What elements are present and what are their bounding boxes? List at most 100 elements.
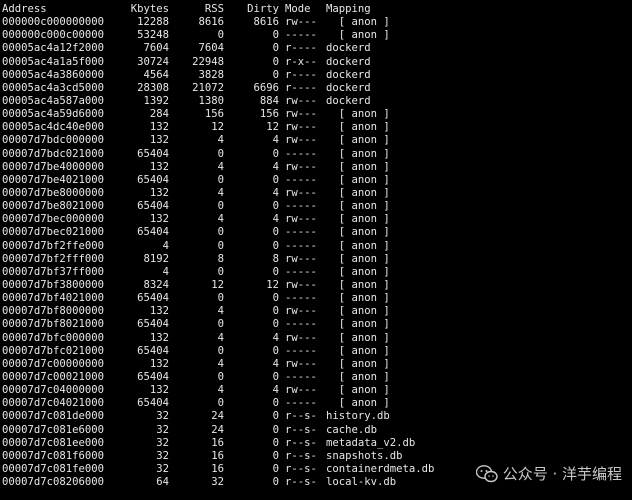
cell-dirty: 0 [272, 239, 279, 252]
cell-address: 00007d7bf8000000 [2, 305, 105, 318]
cell-mode: ----- [285, 29, 317, 42]
cell-address: 00007d7c081f6000 [2, 449, 105, 462]
cell-kbytes: 132 [149, 331, 169, 344]
cell-address: 00007d7be8000000 [2, 186, 105, 199]
table-row: 00007d7bf37ff000 4 0 0 ----- [ anon ] [2, 266, 390, 279]
terminal-window[interactable]: Address Kbytes RSS Dirty Mode Mapping 00… [0, 0, 632, 500]
cell-mapping: history.db [326, 410, 390, 423]
table-row: 00005ac4a3cd5000 28308 21072 6696 r---- docke… [2, 82, 371, 95]
cell-address: 00007d7bf37ff000 [2, 265, 105, 278]
table-row: 000000c000000000 12288 8616 8616 rw--- [ ano… [2, 16, 390, 29]
cell-mode: rw--- [285, 134, 317, 147]
cell-dirty: 0 [272, 265, 279, 278]
cell-rss: 0 [217, 147, 224, 160]
cell-kbytes: 28308 [137, 81, 169, 94]
table-row: 00007d7bf3800000 8324 12 12 rw--- [ anon ] [2, 279, 390, 292]
cell-mapping: dockerd [326, 81, 371, 94]
table-row: 00007d7c081fe000 32 16 0 r--s-containerdmeta… [2, 463, 434, 476]
cell-mapping: [ anon ] [326, 265, 390, 278]
table-row: 00007d7bec000000 132 4 4 rw--- [ anon ] [2, 213, 390, 226]
cell-dirty: 4 [272, 186, 279, 199]
cell-address: 00007d7bf2ffe000 [2, 239, 105, 252]
cell-mode: r--s- [285, 410, 317, 423]
cell-kbytes: 132 [149, 213, 169, 226]
cell-kbytes: 64 [156, 476, 169, 489]
cell-rss: 4 [217, 134, 224, 147]
cell-dirty: 0 [272, 55, 279, 68]
cell-mode: rw--- [285, 94, 317, 107]
cell-kbytes: 65404 [137, 200, 169, 213]
cell-mode: rw--- [285, 108, 317, 121]
cell-rss: 0 [217, 200, 224, 213]
cell-rss: 4 [217, 384, 224, 397]
table-row: 00007d7c081e6000 32 24 0 r--s-cache.db [2, 424, 377, 437]
cell-address: 00007d7c04000000 [2, 384, 105, 397]
cell-mode: ----- [285, 318, 317, 331]
cell-mode: ----- [285, 239, 317, 252]
cell-kbytes: 53248 [137, 29, 169, 42]
table-row: 00007d7c00000000 132 4 4 rw--- [ anon ] [2, 358, 390, 371]
cell-mapping: [ anon ] [326, 134, 390, 147]
cell-mode: rw--- [285, 186, 317, 199]
cell-mode: rw--- [285, 357, 317, 370]
cell-kbytes: 132 [149, 121, 169, 134]
cell-dirty: 4 [272, 357, 279, 370]
cell-dirty: 12 [266, 278, 279, 291]
cell-dirty: 0 [272, 147, 279, 160]
cell-kbytes: 65404 [137, 344, 169, 357]
cell-rss: 24 [211, 410, 224, 423]
header-mapping: Mapping [326, 3, 371, 15]
table-row: 00005ac4a587a000 1392 1380 884 rw--- dockerd [2, 95, 371, 108]
cell-rss: 22948 [192, 55, 224, 68]
cell-rss: 1380 [198, 94, 224, 107]
cell-rss: 4 [217, 160, 224, 173]
cell-mode: r---- [285, 42, 317, 55]
cell-kbytes: 30724 [137, 55, 169, 68]
cell-rss: 21072 [192, 81, 224, 94]
cell-address: 00005ac4a59d6000 [2, 108, 105, 121]
cell-rss: 0 [217, 292, 224, 305]
cell-dirty: 4 [272, 331, 279, 344]
table-row: 00007d7be8021000 65404 0 0 ----- [ anon ] [2, 200, 390, 213]
cell-mapping: [ anon ] [326, 108, 390, 121]
cell-mapping: [ anon ] [326, 213, 390, 226]
cell-mapping: [ anon ] [326, 384, 390, 397]
cell-rss: 16 [211, 449, 224, 462]
table-row: 00007d7c04021000 65404 0 0 ----- [ anon ] [2, 397, 390, 410]
cell-dirty: 0 [272, 173, 279, 186]
cell-kbytes: 132 [149, 357, 169, 370]
cell-rss: 7604 [198, 42, 224, 55]
table-row: 00005ac4dc40e000 132 12 12 rw--- [ anon ] [2, 121, 390, 134]
table-row: 00007d7bf8021000 65404 0 0 ----- [ anon ] [2, 318, 390, 331]
cell-mapping: [ anon ] [326, 173, 390, 186]
cell-dirty: 0 [272, 344, 279, 357]
table-row: 00007d7bdc021000 65404 0 0 ----- [ anon ] [2, 148, 390, 161]
cell-address: 000000c000000000 [2, 16, 105, 29]
cell-rss: 3828 [198, 68, 224, 81]
cell-mode: r--s- [285, 436, 317, 449]
cell-kbytes: 65404 [137, 147, 169, 160]
table-row: 00007d7bf8000000 132 4 0 rw--- [ anon ] [2, 305, 390, 318]
cell-mapping: [ anon ] [326, 370, 390, 383]
cell-kbytes: 132 [149, 305, 169, 318]
cell-kbytes: 65404 [137, 370, 169, 383]
header-address: Address [2, 3, 47, 15]
table-row: 00007d7bdc000000 132 4 4 rw--- [ anon ] [2, 134, 390, 147]
cell-dirty: 4 [272, 134, 279, 147]
table-row: 00005ac4a12f2000 7604 7604 0 r---- dockerd [2, 42, 371, 55]
cell-rss: 12 [211, 121, 224, 134]
cell-address: 00007d7c00000000 [2, 357, 105, 370]
watermark-text: 公众号 · 洋芋编程 [502, 465, 622, 483]
table-row: 00007d7c04000000 132 4 4 rw--- [ anon ] [2, 384, 390, 397]
cell-mapping: [ anon ] [326, 121, 390, 134]
cell-kbytes: 12288 [137, 16, 169, 29]
cell-dirty: 0 [272, 42, 279, 55]
cell-address: 00007d7c00021000 [2, 370, 105, 383]
cell-mode: rw--- [285, 213, 317, 226]
cell-address: 00007d7c081e6000 [2, 423, 105, 436]
cell-dirty: 0 [272, 476, 279, 489]
cell-address: 00007d7bdc021000 [2, 147, 105, 160]
cell-rss: 12 [211, 278, 224, 291]
cell-address: 00007d7bf8021000 [2, 318, 105, 331]
table-body: 000000c000000000 12288 8616 8616 rw--- [ ano… [2, 16, 434, 489]
